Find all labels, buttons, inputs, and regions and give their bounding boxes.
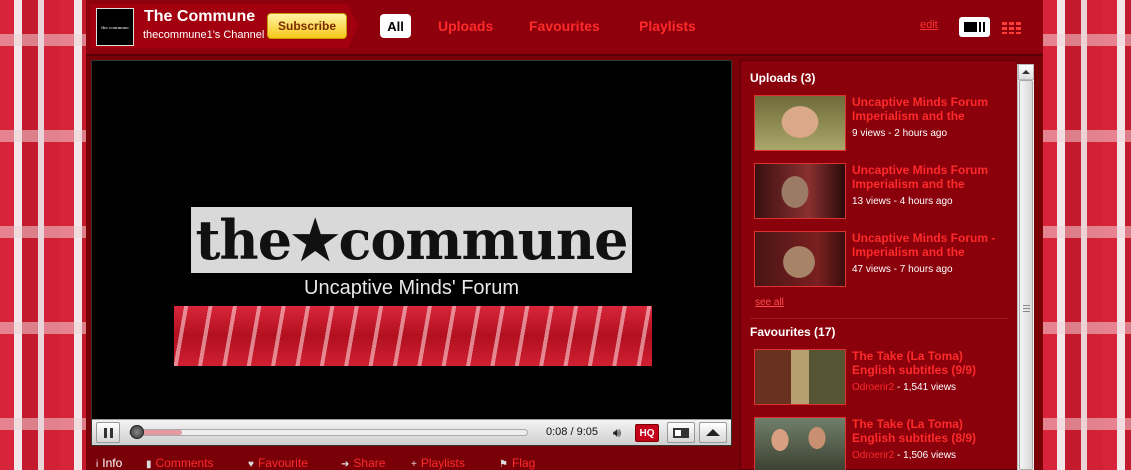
video-title-link[interactable]: Uncaptive Minds Forum Imperialism and th… <box>852 163 1004 191</box>
widescreen-icon <box>673 427 689 438</box>
channel-title[interactable]: The Commune <box>144 8 255 26</box>
favourite-item[interactable]: The Take (La Toma) English subtitles (8/… <box>754 417 1004 470</box>
video-meta: 13 views - 4 hours ago <box>852 196 953 207</box>
tab-flag[interactable]: ⚑ Flag <box>499 456 535 470</box>
video-logo: the★commune <box>191 207 632 273</box>
channel-sidebar: Uploads (3) Uncaptive Minds Forum Imperi… <box>740 60 1018 470</box>
comment-icon: ▮ <box>146 459 152 470</box>
hq-button[interactable]: HQ <box>635 424 659 442</box>
tab-info[interactable]: i Info <box>96 456 122 470</box>
video-meta: 47 views - 7 hours ago <box>852 264 953 275</box>
see-all-link[interactable]: see all <box>755 297 784 308</box>
background-banner-right <box>1043 0 1131 470</box>
fullscreen-button[interactable] <box>699 422 727 443</box>
favourites-heading: Favourites (17) <box>750 325 836 339</box>
section-divider <box>750 318 1008 319</box>
channel-header: the commune The Commune thecommune1's Ch… <box>86 0 1043 56</box>
tab-comments[interactable]: ▮ Comments <box>146 456 214 470</box>
scroll-grip-icon <box>1023 305 1030 313</box>
tab-uploads[interactable]: Uploads <box>438 18 493 34</box>
channel-subtitle: thecommune1's Channel <box>143 29 265 41</box>
edit-link[interactable]: edit <box>920 19 938 31</box>
tab-favourites[interactable]: Favourites <box>529 18 600 34</box>
video-banner-image <box>174 306 652 366</box>
uploads-heading: Uploads (3) <box>750 71 816 85</box>
pause-icon <box>103 427 107 438</box>
seek-handle[interactable] <box>129 425 144 439</box>
flag-icon: ⚑ <box>499 459 508 470</box>
upload-item[interactable]: Uncaptive Minds Forum - Imperialism and … <box>754 231 1004 289</box>
share-arrow-icon: ➜ <box>341 459 350 470</box>
author-link[interactable]: Odroerir2 <box>852 382 894 393</box>
channel-frame: the commune The Commune thecommune1's Ch… <box>86 0 1043 470</box>
tab-playlists[interactable]: Playlists <box>639 18 696 34</box>
player-controls: 0:08 / 9:05 🔊︎ HQ <box>92 419 731 445</box>
tab-add-to-playlist[interactable]: + Playlists <box>411 456 465 470</box>
background-banner-left <box>0 0 86 470</box>
tab-all[interactable]: All <box>380 14 411 38</box>
video-title-link[interactable]: Uncaptive Minds Forum - Imperialism and … <box>852 231 1004 259</box>
volume-icon[interactable]: 🔊︎ <box>604 423 630 443</box>
scroll-up-arrow-icon[interactable] <box>1018 64 1034 80</box>
video-thumbnail[interactable] <box>754 95 846 151</box>
avatar-text: the commune <box>101 24 129 30</box>
video-thumbnail[interactable] <box>754 417 846 470</box>
upload-item[interactable]: Uncaptive Minds Forum Imperialism and th… <box>754 163 1004 221</box>
upload-item[interactable]: Uncaptive Minds Forum Imperialism and th… <box>754 95 1004 153</box>
expand-icon <box>706 429 720 436</box>
grid-view-icon[interactable] <box>1002 22 1022 34</box>
subscribe-button[interactable]: Subscribe <box>267 13 347 39</box>
video-title-link[interactable]: Uncaptive Minds Forum Imperialism and th… <box>852 95 1004 123</box>
video-caption: Uncaptive Minds' Forum <box>304 277 519 299</box>
scroll-thumb[interactable] <box>1019 80 1033 470</box>
info-icon: i <box>96 459 99 470</box>
video-meta: Odroerir2 - 1,541 views <box>852 382 956 393</box>
channel-avatar[interactable]: the commune <box>96 8 134 46</box>
heart-icon: ♥ <box>248 459 254 470</box>
plus-icon: + <box>411 459 417 470</box>
widescreen-button[interactable] <box>667 422 695 443</box>
video-frame[interactable]: the★commune Uncaptive Minds' Forum <box>92 61 731 419</box>
video-title-link[interactable]: The Take (La Toma) English subtitles (8/… <box>852 417 1004 445</box>
video-thumbnail[interactable] <box>754 163 846 219</box>
video-thumbnail[interactable] <box>754 349 846 405</box>
video-meta: 9 views - 2 hours ago <box>852 128 948 139</box>
author-link[interactable]: Odroerir2 <box>852 450 894 461</box>
tab-share[interactable]: ➜ Share <box>341 456 385 470</box>
tab-favourite[interactable]: ♥ Favourite <box>248 456 308 470</box>
player-view-icon[interactable] <box>959 17 990 37</box>
favourite-item[interactable]: The Take (La Toma) English subtitles (9/… <box>754 349 1004 407</box>
time-display: 0:08 / 9:05 <box>546 426 598 438</box>
pause-button[interactable] <box>96 422 120 443</box>
video-title-link[interactable]: The Take (La Toma) English subtitles (9/… <box>852 349 1004 377</box>
video-player[interactable]: the★commune Uncaptive Minds' Forum 0:08 … <box>91 60 732 446</box>
video-meta: Odroerir2 - 1,506 views <box>852 450 956 461</box>
sidebar-scrollbar[interactable] <box>1017 64 1034 470</box>
seek-bar[interactable] <box>129 429 528 436</box>
video-thumbnail[interactable] <box>754 231 846 287</box>
